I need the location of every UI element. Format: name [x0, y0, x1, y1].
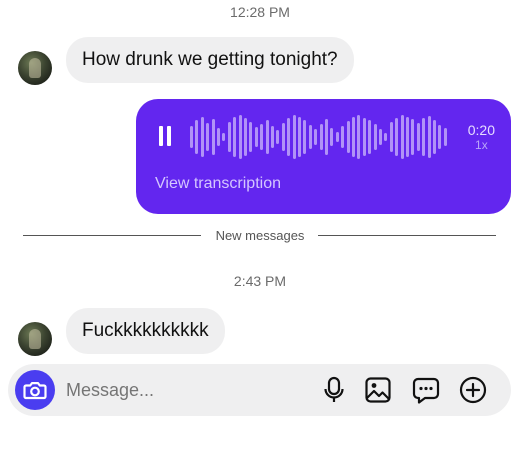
waveform-bar — [379, 129, 382, 145]
waveform-bar — [303, 120, 307, 154]
waveform-bar — [200, 117, 204, 157]
incoming-message[interactable]: How drunk we getting tonight? — [66, 37, 354, 83]
waveform-bar — [400, 115, 404, 159]
waveform-bar — [222, 133, 226, 141]
incoming-message[interactable]: Fuckkkkkkkkkk — [66, 308, 225, 354]
waveform[interactable] — [190, 113, 452, 161]
playback-speed[interactable]: 1x — [468, 138, 495, 152]
avatar[interactable] — [18, 51, 52, 85]
timestamp-first: 12:28 PM — [230, 4, 290, 20]
waveform-bar — [362, 118, 366, 156]
pause-icon[interactable] — [158, 126, 172, 146]
add-icon[interactable] — [458, 375, 488, 405]
voice-message[interactable]: 0:20 1x View transcription — [136, 99, 511, 214]
waveform-bar — [233, 117, 237, 157]
waveform-bar — [352, 117, 355, 157]
waveform-bar — [368, 120, 372, 154]
waveform-bar — [211, 119, 215, 155]
waveform-bar — [384, 133, 388, 141]
view-transcription-link[interactable]: View transcription — [155, 175, 281, 193]
waveform-bar — [271, 126, 274, 148]
camera-icon[interactable] — [15, 370, 55, 410]
waveform-bar — [341, 126, 345, 148]
waveform-bar — [276, 130, 280, 144]
waveform-bar — [389, 122, 393, 152]
duration-label: 0:20 — [467, 122, 495, 138]
waveform-bar — [298, 117, 301, 157]
waveform-bar — [395, 118, 399, 156]
waveform-bar — [314, 129, 318, 145]
waveform-bar — [325, 119, 328, 155]
waveform-bar — [227, 122, 231, 152]
waveform-bar — [335, 132, 339, 142]
message-composer — [8, 364, 511, 416]
waveform-bar — [190, 126, 193, 148]
divider-right — [318, 235, 496, 236]
waveform-bar — [433, 120, 436, 154]
waveform-bar — [281, 123, 285, 151]
voice-duration: 0:20 1x — [468, 123, 495, 152]
waveform-bar — [422, 118, 426, 156]
waveform-bar — [244, 118, 247, 156]
waveform-bar — [411, 119, 415, 155]
waveform-bar — [206, 123, 210, 151]
image-icon[interactable] — [363, 375, 393, 405]
waveform-bar — [319, 124, 323, 150]
avatar[interactable] — [18, 322, 52, 356]
waveform-bar — [238, 115, 242, 159]
waveform-bar — [260, 124, 264, 150]
microphone-icon[interactable] — [319, 375, 349, 405]
waveform-bar — [406, 117, 409, 157]
waveform-bar — [443, 128, 447, 146]
waveform-bar — [217, 128, 220, 146]
waveform-bar — [357, 115, 361, 159]
sticker-icon[interactable] — [411, 375, 441, 405]
waveform-bar — [373, 124, 377, 150]
waveform-bar — [427, 116, 431, 158]
waveform-bar — [249, 122, 253, 152]
waveform-bar — [195, 120, 199, 154]
timestamp-second: 2:43 PM — [233, 273, 287, 289]
waveform-bar — [292, 115, 296, 159]
waveform-bar — [330, 128, 334, 146]
waveform-bar — [416, 123, 420, 151]
waveform-bar — [346, 121, 350, 153]
waveform-bar — [308, 125, 312, 149]
waveform-bar — [287, 118, 291, 156]
message-input[interactable] — [66, 364, 306, 416]
waveform-bar — [438, 125, 442, 149]
waveform-bar — [265, 120, 269, 154]
waveform-bar — [254, 127, 258, 147]
